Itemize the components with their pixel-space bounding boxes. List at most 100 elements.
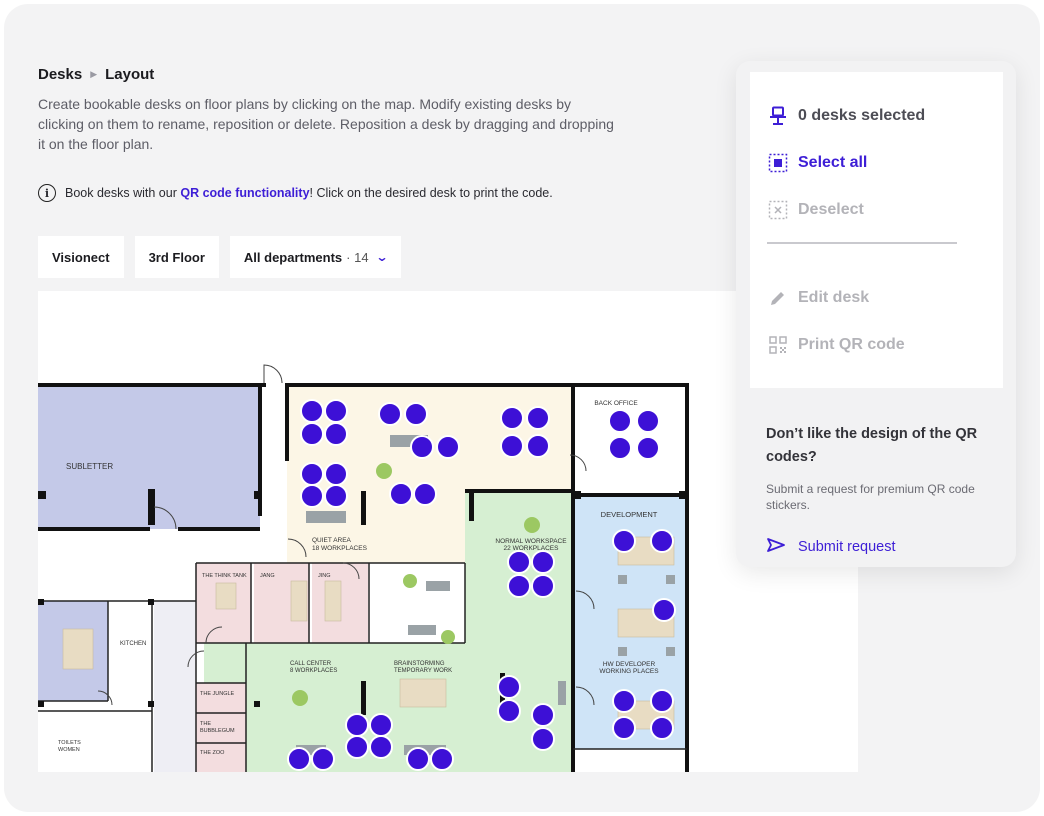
desk-marker[interactable] — [612, 689, 636, 713]
desk-marker[interactable] — [436, 435, 460, 459]
desk-marker[interactable] — [324, 422, 348, 446]
desk-marker[interactable] — [507, 550, 531, 574]
desk-marker[interactable] — [612, 529, 636, 553]
label-back-office: BACK OFFICE — [594, 400, 638, 407]
deselect-button[interactable]: Deselect — [768, 200, 864, 220]
chevron-down-icon: ⌄ — [375, 250, 389, 264]
label-kitchen: KITCHEN — [120, 641, 146, 647]
desk-marker[interactable] — [531, 574, 555, 598]
kitchen-room[interactable] — [110, 601, 152, 701]
label-jungle: THE JUNGLE — [200, 691, 235, 697]
label-call-center-sub: 8 WORKPLACES — [290, 668, 337, 674]
label-brainstorming: BRAINSTORMING — [394, 661, 445, 667]
desk-marker[interactable] — [345, 713, 369, 737]
label-jing: JING — [318, 573, 331, 579]
label-call-center: CALL CENTER — [290, 661, 332, 667]
desk-marker[interactable] — [410, 435, 434, 459]
floor-plan-map[interactable]: SUBLETTER QUIET AREA 18 WORKPLACES BACK … — [38, 291, 858, 772]
desk-marker[interactable] — [300, 399, 324, 423]
print-qr-button[interactable]: Print QR code — [768, 335, 905, 355]
desk-marker[interactable] — [324, 399, 348, 423]
desk-marker[interactable] — [389, 482, 413, 506]
desk-marker[interactable] — [531, 727, 555, 751]
page-description: Create bookable desks on floor plans by … — [38, 96, 614, 152]
label-think-tank: THE THINK TANK — [202, 573, 247, 579]
qr-info-text: Book desks with our QR code functionalit… — [65, 186, 553, 200]
desk-marker[interactable] — [526, 406, 550, 430]
qr-code-icon — [768, 335, 788, 355]
label-bubblegum-2: BUBBLEGUM — [200, 728, 235, 734]
desk-marker[interactable] — [430, 747, 454, 771]
desk-marker[interactable] — [324, 462, 348, 486]
desk-marker[interactable] — [507, 574, 531, 598]
toilets-room[interactable] — [38, 711, 152, 772]
desk-marker[interactable] — [287, 747, 311, 771]
label-quiet-area: QUIET AREA — [312, 537, 352, 544]
desk-marker[interactable] — [324, 484, 348, 508]
desk-marker[interactable] — [612, 716, 636, 740]
desk-marker[interactable] — [608, 436, 632, 460]
desk-marker[interactable] — [650, 716, 674, 740]
desk-marker[interactable] — [650, 529, 674, 553]
desk-chair-icon — [768, 106, 788, 126]
info-icon: i — [38, 184, 56, 202]
desk-marker[interactable] — [497, 699, 521, 723]
desk-marker[interactable] — [531, 703, 555, 727]
label-normal-workspace: NORMAL WORKSPACE — [495, 538, 567, 545]
desks-selected-status: 0 desks selected — [768, 106, 925, 126]
send-icon — [766, 537, 786, 557]
qr-design-title: Don’t like the design of the QR codes? — [766, 426, 978, 465]
floor-plan-svg[interactable]: SUBLETTER QUIET AREA 18 WORKPLACES BACK … — [38, 291, 858, 772]
department-count: · 14 — [346, 249, 369, 265]
qr-design-text: Submit a request for premium QR code sti… — [766, 482, 975, 512]
select-all-icon — [768, 153, 788, 173]
breadcrumb-desks[interactable]: Desks — [38, 66, 82, 83]
filter-bar: Visionect 3rd Floor All departments · 14… — [38, 236, 401, 278]
desk-marker[interactable] — [345, 735, 369, 759]
label-subletter: SUBLETTER — [66, 462, 113, 471]
desk-marker[interactable] — [636, 409, 660, 433]
label-toilets: TOILETS — [58, 740, 81, 746]
desk-marker[interactable] — [500, 434, 524, 458]
qr-info: i Book desks with our QR code functional… — [38, 184, 553, 202]
desk-marker[interactable] — [404, 402, 428, 426]
label-hw-developer: HW DEVELOPER — [603, 661, 656, 668]
hallway — [154, 601, 196, 772]
edit-desk-button[interactable]: Edit desk — [768, 288, 869, 308]
desk-marker[interactable] — [531, 550, 555, 574]
desk-marker[interactable] — [369, 735, 393, 759]
label-bubblegum-1: THE — [200, 721, 211, 727]
desk-marker[interactable] — [650, 689, 674, 713]
desk-marker[interactable] — [500, 406, 524, 430]
desk-actions-panel: 0 desks selected Select all Deselect Edi… — [736, 61, 1016, 567]
breadcrumb: Desks ▶ Layout — [38, 66, 154, 83]
organization-filter[interactable]: Visionect — [38, 236, 124, 278]
desk-marker[interactable] — [300, 422, 324, 446]
label-quiet-area-sub: 18 WORKPLACES — [312, 545, 368, 552]
panel-divider — [767, 242, 957, 244]
label-zoo: THE ZOO — [200, 750, 225, 756]
desk-marker[interactable] — [636, 436, 660, 460]
desk-marker[interactable] — [497, 675, 521, 699]
label-normal-workspace-sub: 22 WORKPLACES — [504, 545, 560, 552]
floor-filter[interactable]: 3rd Floor — [134, 236, 219, 278]
label-hw-developer-sub: WORKING PLACES — [599, 668, 659, 675]
desk-marker[interactable] — [413, 482, 437, 506]
desk-marker[interactable] — [300, 484, 324, 508]
desk-marker[interactable] — [526, 434, 550, 458]
deselect-icon — [768, 200, 788, 220]
label-jang: JANG — [260, 573, 275, 579]
desk-marker[interactable] — [369, 713, 393, 737]
submit-request-button[interactable]: Submit request — [766, 537, 896, 557]
select-all-button[interactable]: Select all — [768, 153, 867, 173]
label-brainstorming-sub: TEMPORARY WORK — [394, 668, 452, 674]
desk-marker[interactable] — [300, 462, 324, 486]
breadcrumb-layout: Layout — [105, 66, 155, 83]
desk-marker[interactable] — [311, 747, 335, 771]
department-filter[interactable]: All departments · 14 ⌄ — [229, 236, 401, 278]
qr-functionality-link[interactable]: QR code functionality — [180, 186, 309, 200]
desk-marker[interactable] — [406, 747, 430, 771]
desk-marker[interactable] — [652, 598, 676, 622]
desk-marker[interactable] — [378, 402, 402, 426]
desk-marker[interactable] — [608, 409, 632, 433]
